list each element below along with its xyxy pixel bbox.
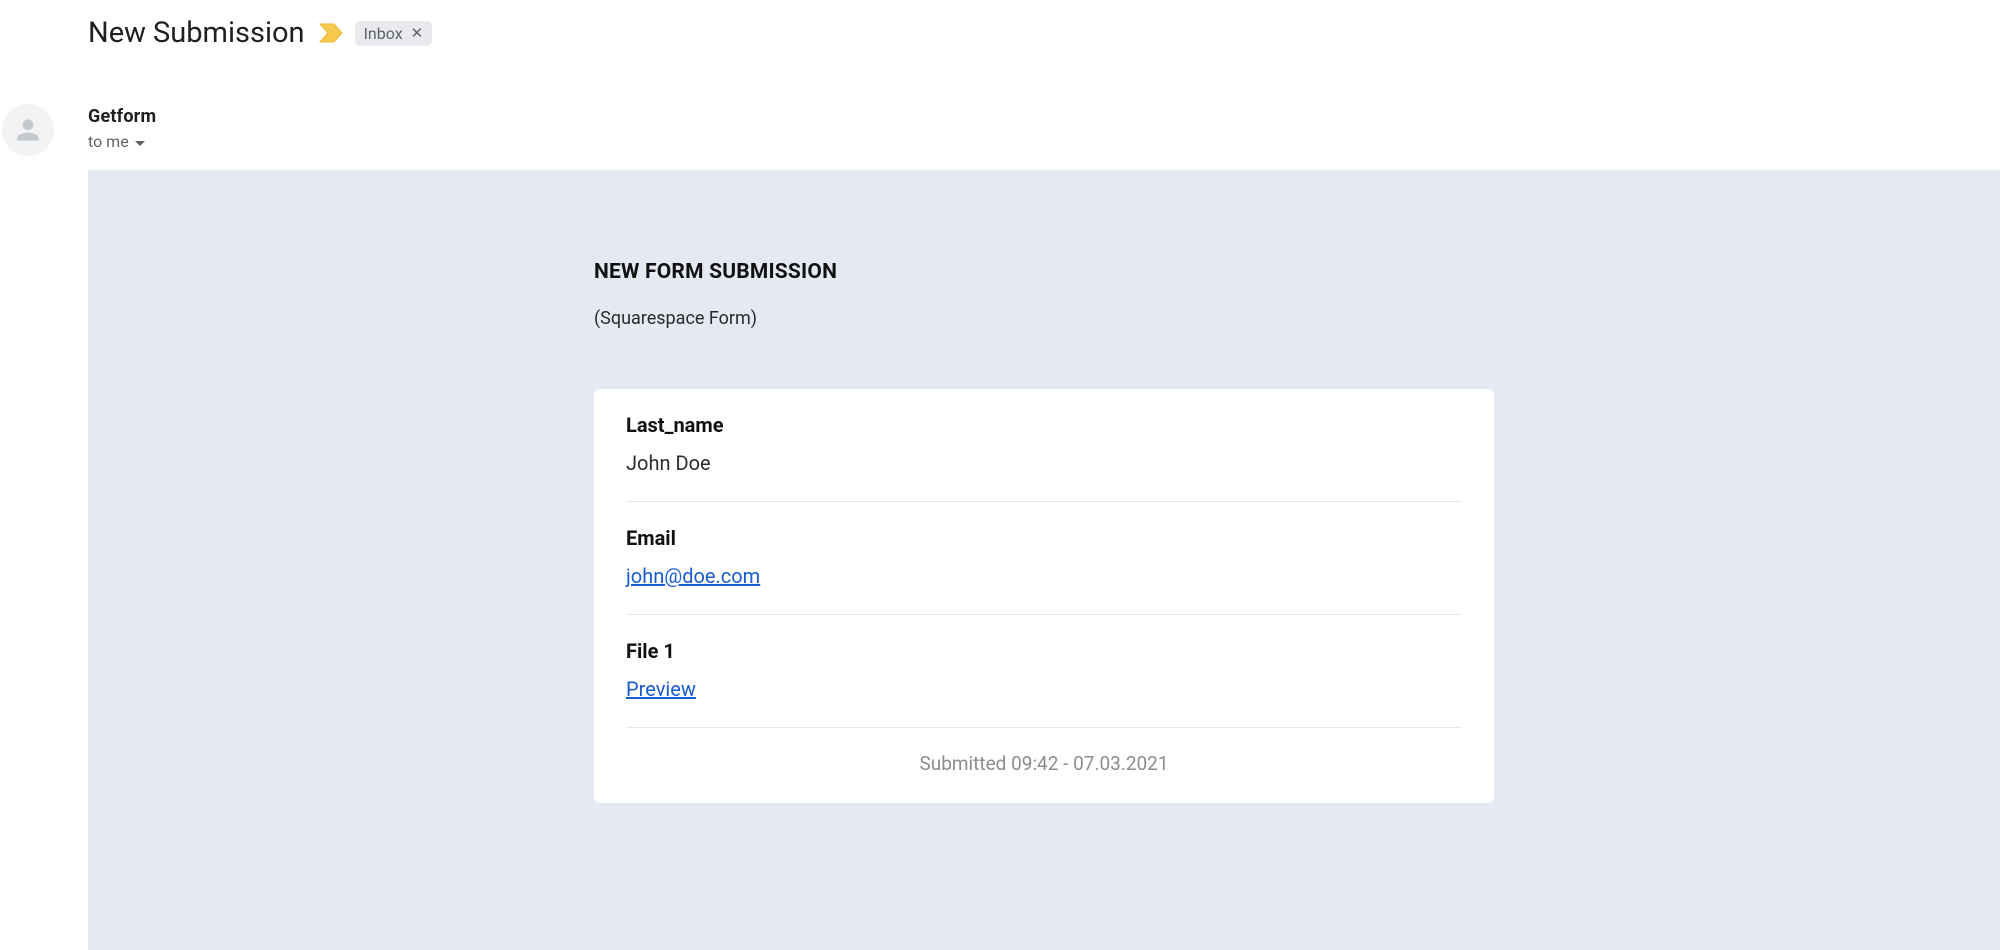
field-row: File 1 Preview (626, 615, 1462, 728)
email-body-inner: NEW FORM SUBMISSION (Squarespace Form) L… (594, 260, 1494, 803)
submission-card: Last_name John Doe Email john@doe.com Fi… (594, 389, 1494, 803)
email-header: New Submission Inbox ✕ (0, 0, 2000, 62)
avatar[interactable] (2, 104, 54, 156)
field-row: Email john@doe.com (626, 502, 1462, 615)
important-marker-icon[interactable] (319, 23, 343, 43)
person-icon (12, 114, 44, 146)
to-line-text: to me (88, 132, 129, 151)
chevron-down-icon (135, 132, 145, 151)
field-row: Last_name John Doe (626, 389, 1462, 502)
remove-label-icon[interactable]: ✕ (411, 24, 424, 42)
sender-row: Getform to me (0, 62, 2000, 170)
field-label: Email (626, 526, 1462, 550)
field-label: File 1 (626, 639, 1462, 663)
email-link[interactable]: john@doe.com (626, 564, 760, 588)
body-subheading: (Squarespace Form) (594, 308, 1494, 329)
field-value: John Doe (626, 451, 1462, 475)
email-subject: New Submission (88, 16, 305, 50)
file-preview-link[interactable]: Preview (626, 677, 696, 701)
inbox-label-text: Inbox (364, 24, 403, 43)
inbox-label-chip[interactable]: Inbox ✕ (355, 21, 433, 46)
body-heading: NEW FORM SUBMISSION (594, 260, 1494, 284)
submission-timestamp: Submitted 09:42 - 07.03.2021 (626, 728, 1462, 783)
field-label: Last_name (626, 413, 1462, 437)
sender-name: Getform (88, 106, 156, 127)
sender-meta: Getform to me (88, 104, 156, 151)
email-body: NEW FORM SUBMISSION (Squarespace Form) L… (88, 170, 2000, 950)
recipient-dropdown[interactable]: to me (88, 132, 156, 151)
